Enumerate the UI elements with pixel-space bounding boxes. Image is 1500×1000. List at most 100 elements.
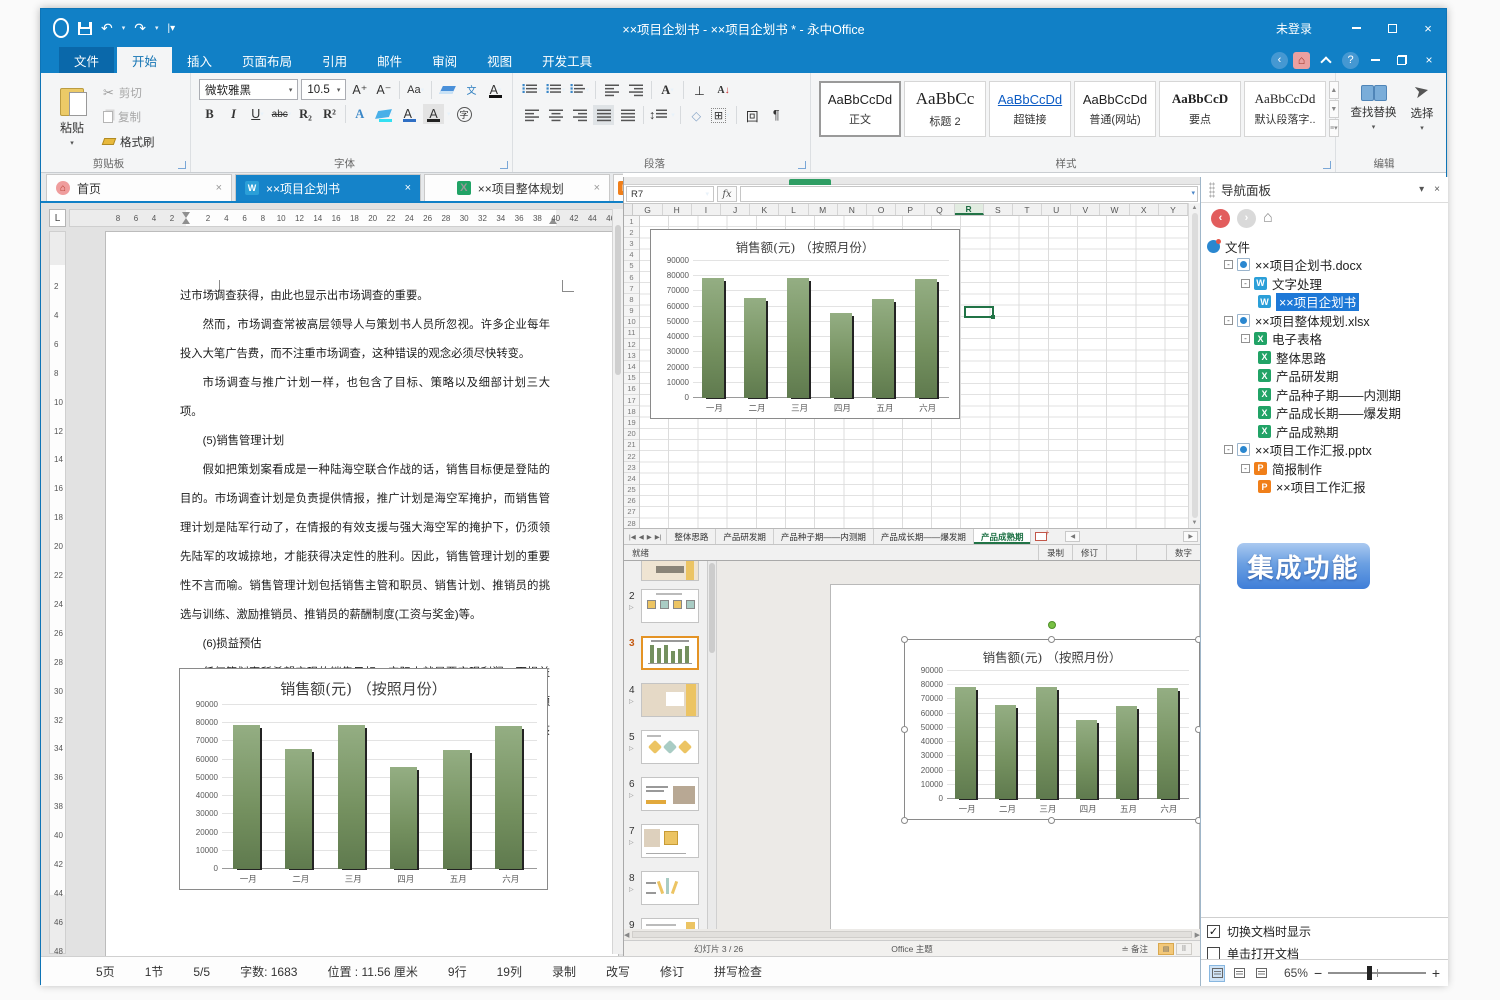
collapse-ribbon-icon[interactable] bbox=[1315, 51, 1337, 69]
status-item[interactable]: 5/5 bbox=[193, 965, 210, 979]
sheet-tab-整体思路[interactable]: 整体思路 bbox=[667, 529, 716, 544]
slide-thumbnail-5[interactable] bbox=[641, 730, 699, 764]
row-header-1[interactable]: 1 bbox=[624, 216, 639, 227]
paragraph[interactable]: (5)销售管理计划 bbox=[180, 427, 550, 456]
tree-item[interactable]: 文件 bbox=[1205, 237, 1446, 256]
name-box[interactable]: R7▾ bbox=[626, 186, 714, 202]
row-header-8[interactable]: 8 bbox=[624, 294, 639, 305]
align-center-icon[interactable] bbox=[545, 105, 566, 125]
slide-thumbnail-7[interactable] bbox=[641, 824, 699, 858]
rotate-handle[interactable] bbox=[1048, 621, 1056, 629]
spreadsheet-chart[interactable]: 销售额(元) （按照月份）010000200003000040000500006… bbox=[650, 229, 960, 419]
row-header-3[interactable]: 3 bbox=[624, 238, 639, 249]
resize-handle[interactable] bbox=[1195, 726, 1200, 733]
row-header-13[interactable]: 13 bbox=[624, 350, 639, 361]
slide-thumbnail-2[interactable] bbox=[641, 589, 699, 623]
column-header-P[interactable]: P bbox=[896, 204, 925, 215]
nav-dropdown-icon[interactable]: ▾ bbox=[1419, 184, 1424, 195]
slide-thumbnail-8[interactable] bbox=[641, 871, 699, 905]
bold-icon[interactable]: B bbox=[199, 104, 220, 124]
row-header-11[interactable]: 11 bbox=[624, 328, 639, 339]
clipboard-dialog-launcher[interactable] bbox=[178, 161, 186, 169]
row-header-4[interactable]: 4 bbox=[624, 250, 639, 261]
spreadsheet-grid[interactable]: 1234567891011121314151617181920212223242… bbox=[624, 216, 1188, 529]
resize-handle[interactable] bbox=[1048, 636, 1055, 643]
line-spacing-icon[interactable]: ↕▾ bbox=[649, 105, 675, 125]
sheet-tab-产品成熟期[interactable]: 产品成熟期 bbox=[974, 529, 1032, 544]
increase-indent-icon[interactable] bbox=[625, 80, 646, 100]
column-header-S[interactable]: S bbox=[984, 204, 1013, 215]
row-header-21[interactable]: 21 bbox=[624, 440, 639, 451]
nav-close-icon[interactable]: × bbox=[1434, 184, 1440, 195]
styles-dialog-launcher[interactable] bbox=[1323, 161, 1331, 169]
close-tab-icon[interactable]: × bbox=[594, 182, 600, 194]
tab-file[interactable]: 文件 bbox=[59, 47, 114, 73]
row-header-18[interactable]: 18 bbox=[624, 406, 639, 417]
paragraph[interactable]: 假如把策划案看成是一种陆海空联合作战的话，销售目标便是登陆的目的。市场调查计划是… bbox=[180, 456, 550, 630]
font-dialog-launcher[interactable] bbox=[500, 161, 508, 169]
tab-插入[interactable]: 插入 bbox=[172, 47, 227, 73]
maximize-button[interactable] bbox=[1374, 15, 1410, 41]
column-header-V[interactable]: V bbox=[1071, 204, 1100, 215]
resize-handle[interactable] bbox=[1048, 817, 1055, 824]
pilcrow-icon[interactable]: ¶ bbox=[766, 105, 787, 125]
resize-handle[interactable] bbox=[901, 726, 908, 733]
doc-restore-icon[interactable] bbox=[1391, 51, 1413, 69]
tree-item[interactable]: -××项目企划书.docx bbox=[1205, 256, 1446, 275]
align-left-icon[interactable] bbox=[521, 105, 542, 125]
tree-item[interactable]: X产品研发期 bbox=[1205, 367, 1446, 386]
paragraph[interactable]: 市场调查与推广计划一样，也包含了目标、策略以及细部计划三大项。 bbox=[180, 369, 550, 427]
collapse-icon[interactable]: - bbox=[1241, 464, 1250, 473]
column-header-K[interactable]: K bbox=[750, 204, 779, 215]
italic-icon[interactable]: I bbox=[223, 104, 244, 124]
thumbnail-scrollbar[interactable] bbox=[708, 561, 717, 929]
row-header-19[interactable]: 19 bbox=[624, 417, 639, 428]
tab-开发工具[interactable]: 开发工具 bbox=[527, 47, 607, 73]
resize-handle[interactable] bbox=[901, 817, 908, 824]
row-header-15[interactable]: 15 bbox=[624, 373, 639, 384]
text-effects-icon[interactable]: A▾ bbox=[351, 104, 372, 124]
row-header-26[interactable]: 26 bbox=[624, 496, 639, 507]
tree-item[interactable]: X产品种子期——内测期 bbox=[1205, 385, 1446, 404]
status-item[interactable]: 5页 bbox=[96, 963, 115, 980]
select-all-corner[interactable] bbox=[624, 204, 633, 215]
align-right-icon[interactable] bbox=[569, 105, 590, 125]
column-header-I[interactable]: I bbox=[692, 204, 721, 215]
grow-font-icon[interactable]: A⁺ bbox=[349, 80, 370, 100]
row-header-17[interactable]: 17 bbox=[624, 395, 639, 406]
style-card-normal[interactable]: AaBbCcDd正文 bbox=[819, 81, 901, 137]
column-header-H[interactable]: H bbox=[663, 204, 692, 215]
drag-handle-icon[interactable] bbox=[1209, 182, 1215, 198]
highlight-icon[interactable]: ▾ bbox=[375, 104, 396, 124]
tree-item[interactable]: -X电子表格 bbox=[1205, 330, 1446, 349]
tab-stop-selector[interactable]: L bbox=[49, 209, 66, 227]
spreadsheet-vscrollbar[interactable]: ▲▼ bbox=[1188, 203, 1200, 528]
zoom-slider-thumb[interactable] bbox=[1367, 966, 1372, 980]
column-header-Q[interactable]: Q bbox=[925, 204, 954, 215]
tab-引用[interactable]: 引用 bbox=[307, 47, 362, 73]
distribute-icon[interactable] bbox=[617, 105, 638, 125]
resize-handle[interactable] bbox=[901, 636, 908, 643]
status-item[interactable]: 1节 bbox=[145, 963, 164, 980]
back-icon[interactable]: ‹ bbox=[1271, 52, 1288, 69]
column-header-X[interactable]: X bbox=[1130, 204, 1159, 215]
outline-view-icon[interactable] bbox=[1254, 965, 1270, 982]
column-header-R[interactable]: R bbox=[955, 204, 984, 215]
status-item[interactable]: 位置 : 11.56 厘米 bbox=[327, 963, 417, 980]
resize-handle[interactable] bbox=[1195, 636, 1200, 643]
sheet-tab-产品种子期——内测期[interactable]: 产品种子期——内测期 bbox=[774, 529, 874, 544]
row-header-27[interactable]: 27 bbox=[624, 507, 639, 518]
column-header-W[interactable]: W bbox=[1100, 204, 1129, 215]
status-item[interactable]: 19列 bbox=[497, 963, 522, 980]
web-view-icon[interactable] bbox=[1231, 965, 1247, 982]
style-card-h2[interactable]: AaBbCc标题 2 bbox=[904, 81, 986, 137]
zoom-in-icon[interactable]: + bbox=[1432, 965, 1440, 981]
char-shading-icon[interactable]: A bbox=[423, 104, 444, 124]
decrease-indent-icon[interactable] bbox=[601, 80, 622, 100]
char-scale-icon[interactable]: A▾ bbox=[657, 80, 678, 100]
status-item[interactable]: 改写 bbox=[606, 963, 630, 980]
tab-开始[interactable]: 开始 bbox=[117, 47, 172, 73]
status-item[interactable]: 拼写检查 bbox=[714, 963, 762, 980]
tree-item[interactable]: -××项目整体规划.xlsx bbox=[1205, 311, 1446, 330]
row-header-2[interactable]: 2 bbox=[624, 227, 639, 238]
